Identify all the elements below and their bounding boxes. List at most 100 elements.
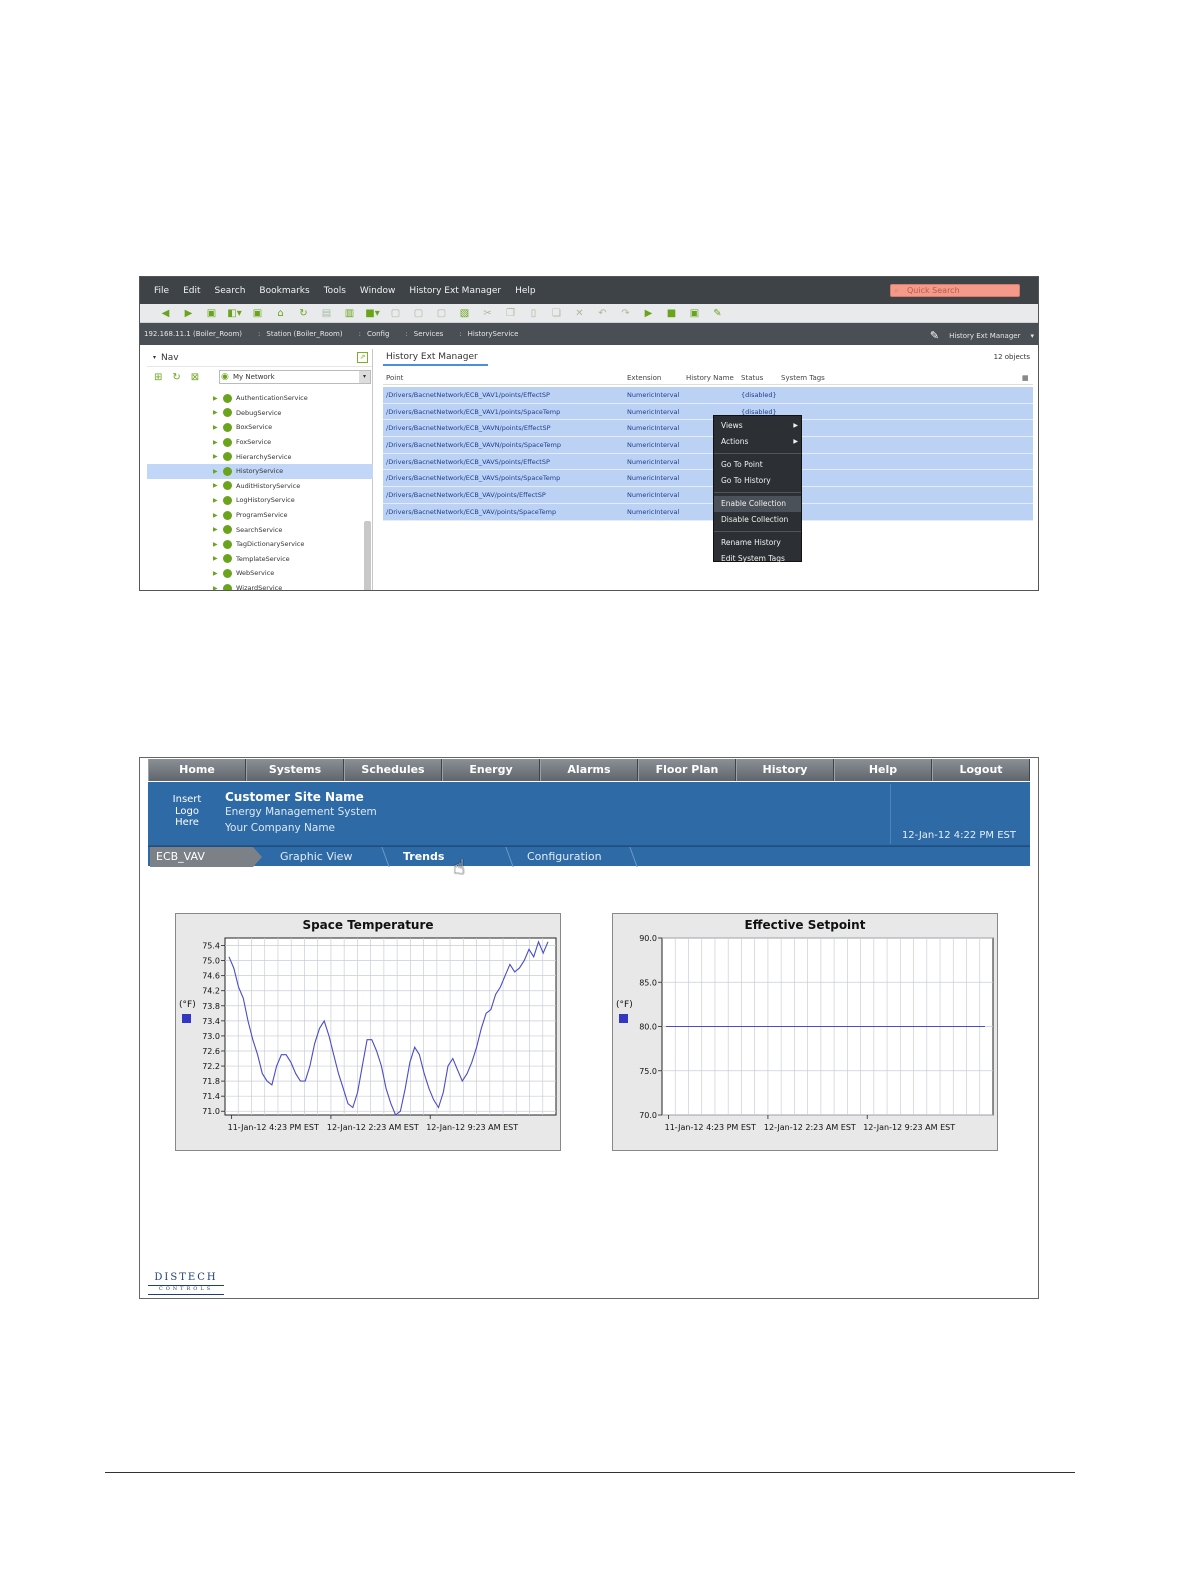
table-row[interactable]: /Drivers/BacnetNetwork/ECB_VAV/points/Sp…	[383, 503, 1033, 521]
expand-arrow-icon[interactable]: ▶	[213, 570, 218, 577]
nav-tree-item[interactable]: ▶ DebugService	[147, 406, 373, 421]
menu-item-disable-collection[interactable]: Disable Collection	[714, 512, 801, 528]
breadcrumb-historyservice[interactable]: HistoryService	[468, 330, 519, 338]
open-folder-icon[interactable]: ■▾	[361, 306, 384, 320]
nav-tree-item[interactable]: ▶ WizardService	[147, 581, 373, 590]
column-system-tags[interactable]: System Tags	[781, 374, 825, 382]
table-row[interactable]: /Drivers/BacnetNetwork/ECB_VAVS/points/E…	[383, 453, 1033, 471]
collapse-icon[interactable]: ▾	[153, 354, 156, 361]
tab-home[interactable]: Home	[148, 759, 246, 781]
tab-schedules[interactable]: Schedules	[344, 759, 442, 781]
nav-tree-item[interactable]: ▶ HierarchyService	[147, 449, 373, 464]
nav-tree-item[interactable]: ▶ TagDictionaryService	[147, 537, 373, 552]
view-selector[interactable]: ✎ History Ext Manager ▾	[930, 329, 1034, 342]
expand-arrow-icon[interactable]: ▶	[213, 409, 218, 416]
layout-icon[interactable]: ▥	[338, 306, 361, 320]
play-icon[interactable]: ▶	[637, 306, 660, 320]
tab-history-ext-manager[interactable]: History Ext Manager	[383, 349, 488, 366]
side-bar-icon[interactable]: ◧▾	[223, 306, 246, 320]
nav-tree-item[interactable]: ▶ AuthenticationService	[147, 391, 373, 406]
menu-help[interactable]: Help	[515, 286, 536, 296]
menu-item-views[interactable]: Views ▶	[714, 418, 801, 434]
tab-history[interactable]: History	[736, 759, 834, 781]
table-row[interactable]: /Drivers/BacnetNetwork/ECB_VAVN/points/S…	[383, 437, 1033, 454]
nav-tree-item[interactable]: ▶ BoxService	[147, 420, 373, 435]
table-row[interactable]: /Drivers/BacnetNetwork/ECB_VAVN/points/E…	[383, 420, 1033, 438]
breadcrumb-services[interactable]: Services	[414, 330, 444, 338]
home-icon[interactable]: ⌂	[269, 306, 292, 320]
nav-scrollbar[interactable]	[364, 521, 371, 590]
expand-arrow-icon[interactable]: ▶	[213, 512, 218, 519]
subnav-configuration[interactable]: Configuration	[527, 847, 602, 867]
nav-tree-item[interactable]: ▶ FoxService	[147, 435, 373, 450]
menu-item-enable-collection[interactable]: Enable Collection	[714, 496, 801, 512]
menu-search[interactable]: Search	[215, 286, 246, 296]
edit-pencil-icon[interactable]: ✎	[706, 306, 729, 320]
expand-arrow-icon[interactable]: ▶	[213, 497, 218, 504]
tab-logout[interactable]: Logout	[932, 759, 1030, 781]
expand-arrow-icon[interactable]: ▶	[213, 424, 218, 431]
nav-tree-item[interactable]: ▶ WebService	[147, 566, 373, 581]
table-row[interactable]: /Drivers/BacnetNetwork/ECB_VAVS/points/S…	[383, 470, 1033, 488]
expand-arrow-icon[interactable]: ▶	[213, 585, 218, 590]
expand-arrow-icon[interactable]: ▶	[213, 439, 218, 446]
expand-arrow-icon[interactable]: ▶	[213, 526, 218, 533]
quick-search-input[interactable]: ⌕ Quick Search	[890, 284, 1020, 297]
expand-arrow-icon[interactable]: ▶	[213, 482, 218, 489]
expand-pane-icon[interactable]: ⇗	[357, 352, 368, 363]
folder-up-icon[interactable]: ▣	[200, 306, 223, 320]
nav-tree-item[interactable]: ▶ LogHistoryService	[147, 493, 373, 508]
expand-arrow-icon[interactable]: ▶	[213, 453, 218, 460]
menu-tools[interactable]: Tools	[324, 286, 346, 296]
back-icon[interactable]: ◀	[154, 306, 177, 320]
column-extension[interactable]: Extension	[627, 374, 661, 382]
close-pane-icon[interactable]: ⊠	[191, 372, 199, 383]
subnav-trends[interactable]: Trends	[403, 847, 444, 867]
breadcrumb-station[interactable]: Station (Boiler_Room)	[266, 330, 342, 338]
menu-file[interactable]: File	[154, 286, 169, 296]
menu-item-go-to-point[interactable]: Go To Point	[714, 457, 801, 473]
expand-arrow-icon[interactable]: ▶	[213, 555, 218, 562]
menu-item-actions[interactable]: Actions ▶	[714, 434, 801, 450]
column-status[interactable]: Status	[741, 374, 763, 382]
table-row[interactable]: /Drivers/BacnetNetwork/ECB_VAV1/points/E…	[383, 387, 1033, 404]
tab-floor-plan[interactable]: Floor Plan	[638, 759, 736, 781]
table-row[interactable]: /Drivers/BacnetNetwork/ECB_VAV1/points/S…	[383, 403, 1033, 421]
tab-systems[interactable]: Systems	[246, 759, 344, 781]
menu-window[interactable]: Window	[360, 286, 396, 296]
refresh-icon[interactable]: ↻	[172, 372, 180, 383]
breadcrumb-host[interactable]: 192.168.11.1 (Boiler_Room)	[144, 330, 242, 338]
column-options-icon[interactable]: ▦	[1022, 374, 1029, 382]
tree-icon[interactable]: ⊞	[154, 372, 162, 383]
nav-tree-item[interactable]: ▶ AuditHistoryService	[147, 479, 373, 494]
nav-tree-item[interactable]: ▶ HistoryService	[147, 463, 373, 479]
nav-tree-item[interactable]: ▶ ProgramService	[147, 508, 373, 523]
subnav-device[interactable]: ECB_VAV	[150, 847, 262, 867]
menu-edit[interactable]: Edit	[183, 286, 200, 296]
tab-energy[interactable]: Energy	[442, 759, 540, 781]
forward-icon[interactable]: ▶	[177, 306, 200, 320]
tab-alarms[interactable]: Alarms	[540, 759, 638, 781]
expand-arrow-icon[interactable]: ▶	[213, 541, 218, 548]
refresh-icon[interactable]: ↻	[292, 306, 315, 320]
stop-icon[interactable]: ■	[660, 306, 683, 320]
export-icon[interactable]: ▧	[453, 306, 476, 320]
refresh-folder-icon[interactable]: ▣	[246, 306, 269, 320]
table-row[interactable]: /Drivers/BacnetNetwork/ECB_VAV/points/Ef…	[383, 487, 1033, 504]
expand-arrow-icon[interactable]: ▶	[213, 468, 218, 475]
nav-tree-item[interactable]: ▶ SearchService	[147, 522, 373, 537]
breadcrumb-config[interactable]: Config	[367, 330, 389, 338]
tab-help[interactable]: Help	[834, 759, 932, 781]
column-history-name[interactable]: History Name	[686, 374, 734, 382]
expand-arrow-icon[interactable]: ▶	[213, 395, 218, 402]
menu-item-go-to-history[interactable]: Go To History	[714, 473, 801, 489]
menu-bookmarks[interactable]: Bookmarks	[259, 286, 309, 296]
subnav-graphic-view[interactable]: Graphic View	[280, 847, 352, 867]
properties-icon[interactable]: ▣	[683, 306, 706, 320]
network-select[interactable]: ◉ My Network ▾	[219, 370, 371, 384]
nav-tree-item[interactable]: ▶ TemplateService	[147, 552, 373, 567]
menu-item-rename-history[interactable]: Rename History	[714, 535, 801, 551]
column-point[interactable]: Point	[386, 374, 403, 382]
menu-history-ext-manager[interactable]: History Ext Manager	[409, 286, 501, 296]
menu-item-edit-system-tags[interactable]: Edit System Tags	[714, 551, 801, 567]
